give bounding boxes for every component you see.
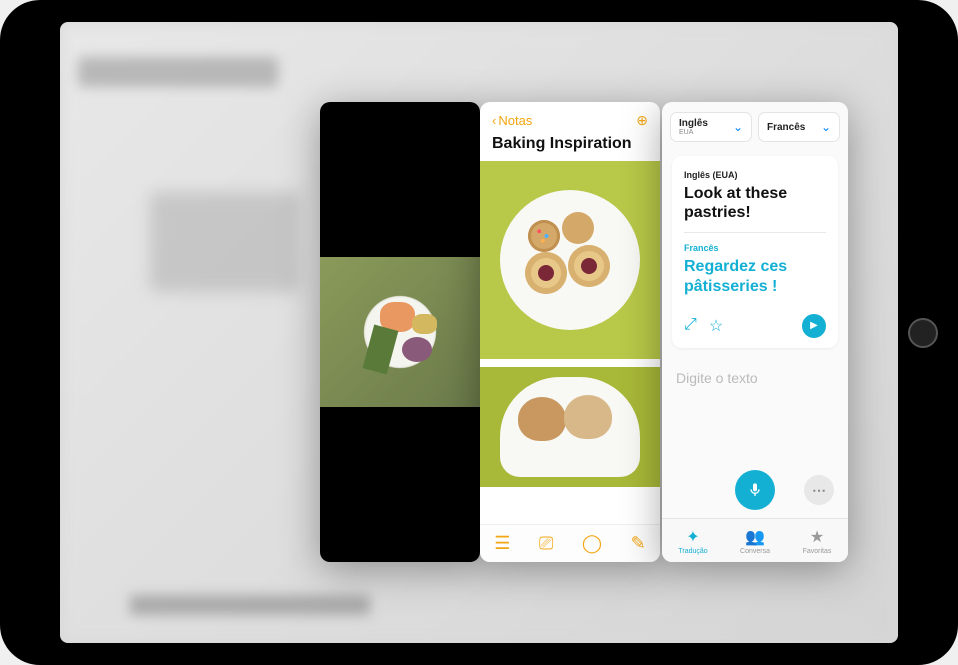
favorite-icon[interactable]: ☆ [709, 316, 723, 336]
note-image-pastries [480, 161, 660, 359]
expand-icon[interactable]: ⤢ [684, 316, 697, 336]
checklist-icon[interactable]: ☰ [494, 533, 510, 554]
source-language-display: Inglês (EUA) [684, 170, 826, 180]
more-button[interactable]: ⋯ [804, 475, 834, 505]
tab-favorites[interactable]: ★ Favoritas [786, 519, 848, 562]
notes-toolbar: ☰ ⎚ ◯ ✎ [480, 524, 660, 562]
source-language-selector[interactable]: Inglês EUA ⌄ [670, 112, 752, 142]
tab-label: Favoritas [803, 548, 832, 555]
back-label: Notas [498, 113, 532, 128]
tab-conversation[interactable]: 👥 Conversa [724, 519, 786, 562]
home-button[interactable] [908, 318, 938, 348]
photo-image [320, 257, 480, 407]
camera-icon[interactable]: ⎚ [539, 533, 553, 554]
note-image-conchas [480, 367, 660, 487]
target-text: Regardez ces pâtisseries ! [684, 257, 826, 295]
notes-share-icon[interactable]: ⊕ [636, 112, 648, 129]
translate-input-area[interactable]: Digite o texto [672, 358, 838, 388]
language-selectors: Inglês EUA ⌄ Francês ⌄ [662, 102, 848, 152]
note-title: Baking Inspiration [480, 133, 660, 161]
app-card-photos[interactable]: Fotos [320, 102, 480, 562]
favorites-tab-icon: ★ [810, 527, 824, 547]
tab-label: Tradução [678, 548, 707, 555]
app-card-translate[interactable]: Traduzir Inglês EUA ⌄ Francês [662, 102, 848, 562]
target-language-display: Francês [684, 243, 826, 253]
target-language-selector[interactable]: Francês ⌄ [758, 112, 840, 142]
source-text: Look at these pastries! [684, 184, 826, 222]
play-audio-button[interactable]: ▶ [802, 314, 826, 338]
ipad-device-frame: Fotos [0, 0, 958, 665]
source-language-label: Inglês [679, 118, 708, 129]
microphone-button[interactable] [735, 470, 775, 510]
conversation-tab-icon: 👥 [745, 527, 765, 547]
divider [684, 232, 826, 233]
notes-back-button[interactable]: ‹ Notas [492, 113, 532, 128]
ipad-screen: Fotos [60, 22, 898, 643]
markup-icon[interactable]: ◯ [582, 533, 602, 554]
translate-tab-bar: ✦ Tradução 👥 Conversa ★ Favoritas [662, 518, 848, 562]
source-language-sublabel: EUA [679, 129, 708, 136]
compose-icon[interactable]: ✎ [631, 533, 646, 554]
chevron-left-icon: ‹ [492, 113, 496, 128]
chevron-down-icon: ⌄ [733, 120, 743, 134]
tab-label: Conversa [740, 548, 770, 555]
target-language-label: Francês [767, 122, 805, 133]
translate-tab-icon: ✦ [686, 527, 699, 547]
translation-panel: Inglês (EUA) Look at these pastries! Fra… [672, 156, 838, 348]
tab-translate[interactable]: ✦ Tradução [662, 519, 724, 562]
app-switcher: Fotos [60, 22, 898, 643]
input-placeholder: Digite o texto [676, 370, 758, 386]
mic-row: ⋯ [662, 470, 848, 510]
app-card-notes[interactable]: Notas Baking Inspiration ‹ Notas ⊕ Bakin… [480, 102, 660, 562]
chevron-down-icon: ⌄ [821, 120, 831, 134]
notes-navigation-bar: ‹ Notas ⊕ [480, 102, 660, 133]
translation-actions: ⤢ ☆ ▶ [684, 314, 826, 338]
